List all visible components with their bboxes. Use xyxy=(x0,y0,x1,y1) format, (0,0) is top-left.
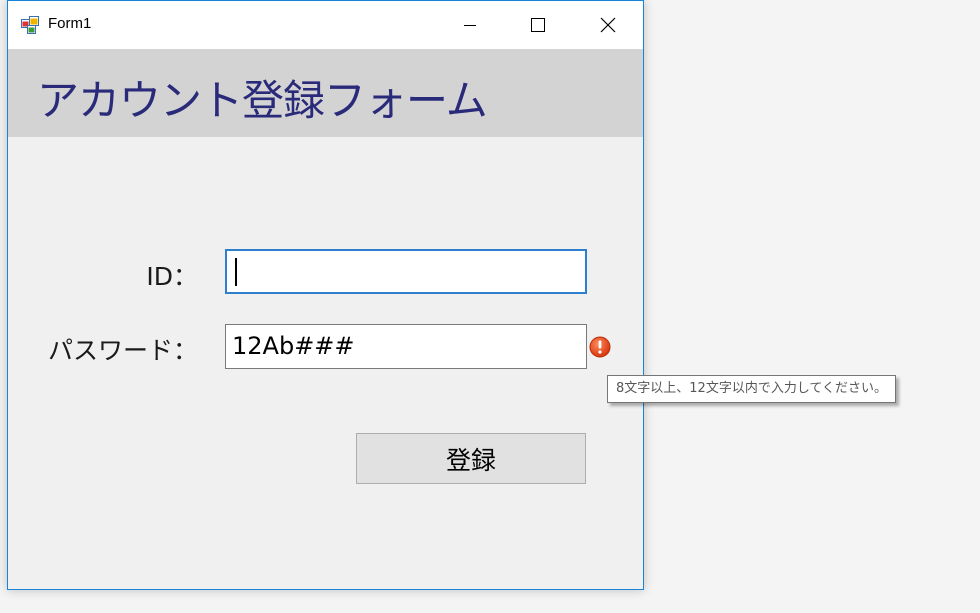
window-title: Form1 xyxy=(48,15,92,32)
page-title: アカウント登録フォーム xyxy=(37,76,488,125)
title-bar[interactable]: Form1 xyxy=(8,1,643,49)
text-caret xyxy=(235,258,237,286)
password-label: パスワード： xyxy=(47,336,198,365)
id-label: ID： xyxy=(146,262,198,291)
maximize-button[interactable] xyxy=(504,1,572,49)
id-input[interactable] xyxy=(225,249,587,294)
error-icon[interactable] xyxy=(589,336,611,358)
password-input[interactable]: 12Ab### xyxy=(225,324,587,369)
app-icon xyxy=(21,16,39,34)
header-band: アカウント登録フォーム xyxy=(8,49,643,137)
validation-tooltip: 8文字以上、12文字以内で入力してください。 xyxy=(607,375,897,403)
form1-window: Form1 アカウント登録フォーム ID： パスワード： 12Ab### 登録 xyxy=(7,0,644,590)
close-button[interactable] xyxy=(574,1,642,49)
maximize-icon xyxy=(531,18,545,32)
close-icon xyxy=(600,17,616,33)
desktop: Form1 アカウント登録フォーム ID： パスワード： 12Ab### 登録 … xyxy=(0,0,980,613)
minimize-icon xyxy=(464,25,476,26)
register-button[interactable]: 登録 xyxy=(356,433,586,484)
minimize-button[interactable] xyxy=(436,1,504,49)
